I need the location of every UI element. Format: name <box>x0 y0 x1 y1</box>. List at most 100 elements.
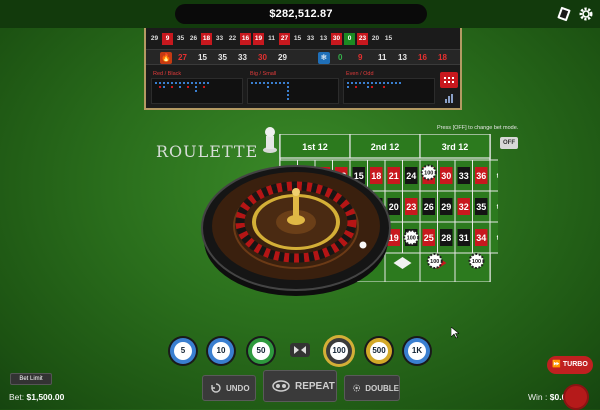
hot-number: 30 <box>258 53 267 62</box>
number-label[interactable]: 35 <box>476 202 486 212</box>
grid-icon <box>444 77 454 83</box>
history-number: 18 <box>201 33 212 45</box>
statistics-bars-icon[interactable] <box>444 94 454 103</box>
bet-label: Bet: <box>9 392 25 402</box>
chip-label: 50 <box>252 342 270 360</box>
column-bet-label[interactable]: to <box>497 204 498 211</box>
history-number: 15 <box>292 33 303 45</box>
history-number: 19 <box>253 33 264 45</box>
cold-number: 13 <box>398 53 407 62</box>
history-number: 23 <box>357 33 368 45</box>
double-button[interactable]: DOUBLE <box>344 375 400 401</box>
number-label[interactable]: 31 <box>459 233 469 243</box>
dozen-label[interactable]: 3rd 12 <box>442 142 469 152</box>
history-number: 33 <box>305 33 316 45</box>
fullscreen-icon[interactable] <box>556 6 572 22</box>
recent-numbers: 29 9 35 26 18 33 22 16 19 11 27 15 33 13 30 0 23 20 15 <box>149 33 394 45</box>
double-chip-icon <box>353 384 361 392</box>
spin-button[interactable] <box>563 384 589 410</box>
history-number: 29 <box>149 33 160 45</box>
repeat-chips-icon <box>272 380 290 392</box>
number-label[interactable]: 36 <box>476 171 486 181</box>
history-number: 27 <box>279 33 290 45</box>
fast-forward-icon: ⏩ <box>552 361 561 368</box>
placed-chip-value[interactable]: 100 <box>424 171 433 177</box>
number-label[interactable]: 29 <box>441 202 451 212</box>
big-small-label: Big / Small <box>250 71 277 77</box>
number-label[interactable]: 34 <box>476 233 486 243</box>
number-label[interactable]: 23 <box>406 202 416 212</box>
undo-button[interactable]: UNDO <box>202 375 256 401</box>
double-label: DOUBLE <box>365 383 399 393</box>
chip-label: 10 <box>212 342 230 360</box>
hot-number: 15 <box>198 53 207 62</box>
even-odd-trend <box>343 78 435 104</box>
repeat-label: REPEAT <box>295 380 335 392</box>
history-number: 20 <box>370 33 381 45</box>
column-bet-label[interactable]: to <box>497 173 498 180</box>
chip-1K[interactable]: 1K <box>404 338 430 364</box>
number-label[interactable]: 30 <box>441 171 451 181</box>
chip-500[interactable]: 500 <box>366 338 392 364</box>
chip-50[interactable]: 50 <box>248 338 274 364</box>
bet-total: Bet: $1,500.00 <box>9 392 64 402</box>
red-black-trend <box>151 78 243 104</box>
chip-10[interactable]: 10 <box>208 338 234 364</box>
history-number: 26 <box>188 33 199 45</box>
bet-mode-hint: Press [OFF] to change bet mode. <box>437 125 519 131</box>
placed-chip-value[interactable]: 100 <box>430 259 439 265</box>
number-label[interactable]: 24 <box>406 171 416 181</box>
hot-numbers-icon: 🔥 <box>160 52 172 64</box>
history-number: 35 <box>175 33 186 45</box>
column-bet-label[interactable]: to <box>497 235 498 242</box>
turbo-button[interactable]: ⏩ TURBO <box>547 356 593 374</box>
hot-number: 33 <box>238 53 247 62</box>
hot-cold-row: 🔥 27 15 35 33 30 29 ❄ 0 9 11 13 16 18 <box>146 49 460 65</box>
number-label[interactable]: 26 <box>424 202 434 212</box>
cold-number: 9 <box>358 53 363 62</box>
cold-number: 0 <box>338 53 343 62</box>
hot-number: 29 <box>278 53 287 62</box>
cold-number: 11 <box>378 53 387 62</box>
undo-icon <box>211 383 221 393</box>
chip-label: 500 <box>370 342 388 360</box>
cold-number: 18 <box>438 53 447 62</box>
number-label[interactable]: 33 <box>459 171 469 181</box>
cold-number: 16 <box>418 53 427 62</box>
placed-chip-value[interactable]: 100 <box>472 259 481 265</box>
chip-label: 100 <box>330 342 348 360</box>
hot-number: 35 <box>218 53 227 62</box>
chip-label: 5 <box>174 342 192 360</box>
chip-5[interactable]: 5 <box>170 338 196 364</box>
statistics-panel: 29 9 35 26 18 33 22 16 19 11 27 15 33 13 30 0 23 20 15 🔥 2… <box>144 28 462 110</box>
chip-label: 1K <box>408 342 426 360</box>
history-number: 9 <box>162 33 173 45</box>
number-label[interactable]: 28 <box>441 233 451 243</box>
history-number: 15 <box>383 33 394 45</box>
repeat-button[interactable]: REPEAT <box>263 370 337 402</box>
number-label[interactable]: 32 <box>459 202 469 212</box>
roulette-wheel[interactable] <box>198 148 394 298</box>
bet-limit-button[interactable]: Bet Limit <box>10 373 52 385</box>
history-number: 22 <box>227 33 238 45</box>
even-odd-label: Even / Odd <box>346 71 374 77</box>
big-small-trend <box>247 78 339 104</box>
balance-display: $282,512.87 <box>175 4 427 24</box>
hot-number: 27 <box>178 53 187 62</box>
mouse-cursor-icon <box>451 327 459 339</box>
undo-label: UNDO <box>226 383 250 393</box>
chip-100[interactable]: 100 <box>326 338 352 364</box>
placed-chip-value[interactable]: 100 <box>407 236 416 242</box>
stats-menu-button[interactable] <box>440 72 458 88</box>
red-black-label: Red / Black <box>153 71 182 77</box>
history-number: 0 <box>344 33 355 45</box>
settings-gear-icon[interactable] <box>578 6 594 22</box>
bet-mode-off-button[interactable]: OFF <box>500 137 518 149</box>
number-label[interactable]: 25 <box>424 233 434 243</box>
history-number: 11 <box>266 33 277 45</box>
win-label: Win : <box>528 392 548 402</box>
chip-scroll-arrows-icon[interactable] <box>290 343 310 357</box>
history-number: 13 <box>318 33 329 45</box>
turbo-label: TURBO <box>562 361 588 368</box>
history-number: 16 <box>240 33 251 45</box>
